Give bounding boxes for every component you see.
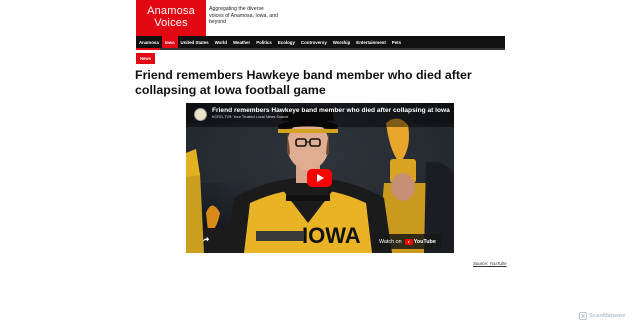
main-nav: Anamosa Iowa United States World Weather… [136,36,505,48]
nav-item-world[interactable]: World [212,36,230,48]
youtube-icon [404,238,413,245]
play-icon [317,174,324,182]
watermark-label: ScanMalware [589,313,626,319]
nav-item-weather[interactable]: Weather [230,36,253,48]
watch-on-label: Watch on [379,238,402,245]
logo-text-line1: Anamosa [147,5,195,17]
youtube-logo: YouTube [404,238,436,245]
share-icon[interactable] [202,236,210,244]
watermark: ScanMalware [579,312,626,320]
scanmalware-logo-icon [579,312,587,320]
nav-item-iowa[interactable]: Iowa [161,36,178,48]
nav-item-entertainment[interactable]: Entertainment [353,36,389,48]
nav-item-anamosa[interactable]: Anamosa [136,36,162,48]
nav-item-worship[interactable]: Worship [330,36,353,48]
nav-item-united-states[interactable]: United States [178,36,212,48]
nav-item-controversy[interactable]: Controversy [298,36,330,48]
youtube-label: YouTube [413,238,436,245]
channel-name[interactable]: KCRG-TV9: Your Trusted Local News Source [212,115,288,119]
source-link[interactable]: Source: YouTube [473,261,507,266]
play-button[interactable] [307,169,332,187]
channel-avatar[interactable] [194,108,207,121]
nav-item-ecology[interactable]: Ecology [275,36,298,48]
nav-item-politics[interactable]: Politics [253,36,275,48]
nav-underline [160,48,505,50]
video-title[interactable]: Friend remembers Hawkeye band member who… [212,107,450,114]
youtube-embed[interactable]: IOWA Friend remembers Hawkeye band membe… [186,103,454,253]
site-logo[interactable]: Anamosa Voices [136,0,206,36]
site-tagline: Aggregating the diverse voices of Anamos… [209,6,278,26]
article-headline: Friend remembers Hawkeye band member who… [135,68,472,97]
logo-text-line2: Voices [154,17,188,29]
svg-text:IOWA: IOWA [302,223,361,248]
site-header: Anamosa Voices Aggregating the diverse v… [0,0,640,36]
watch-on-youtube-button[interactable]: Watch on YouTube [374,234,441,249]
category-badge[interactable]: News [136,53,155,64]
nav-item-pets[interactable]: Pets [389,36,404,48]
